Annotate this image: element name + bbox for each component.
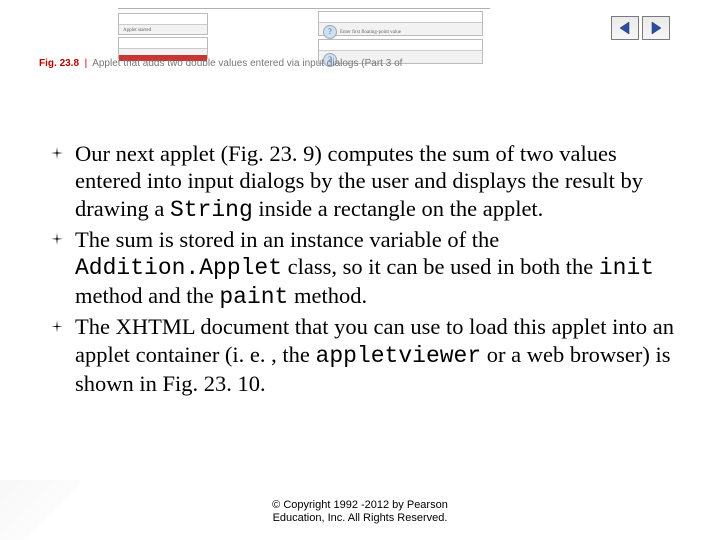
copyright-footer: © Copyright 1992 -2012 by Pearson Educat… <box>0 499 720 527</box>
figure-caption-fragment: Fig. 23.8 | Applet that adds two double … <box>39 58 402 69</box>
nav-controls <box>611 16 670 40</box>
thumb-dialog-1: Applet started <box>118 13 208 35</box>
next-slide-button[interactable] <box>642 16 670 40</box>
bullet-item: The XHTML document that you can use to l… <box>45 313 685 397</box>
body-text-run: method and the <box>75 283 219 308</box>
thumb-dialog-2 <box>118 37 208 59</box>
code-text: paint <box>219 284 288 310</box>
footer-line-1: © Copyright 1992 -2012 by Pearson <box>272 499 448 511</box>
triangle-right-icon <box>649 21 663 35</box>
body-text: Our next applet (Fig. 23. 9) computes th… <box>45 140 685 399</box>
decorative-corner <box>0 480 80 540</box>
body-text-run: The sum is stored in an instance variabl… <box>75 227 499 252</box>
footer-line-2: Education, Inc. All Rights Reserved. <box>273 512 448 524</box>
slide: Applet started ?Enter first floating-poi… <box>0 0 720 540</box>
thumb-dialog-3: ?Enter first floating-point value <box>318 11 483 36</box>
body-text-run: class, so it can be used in both the <box>282 254 599 279</box>
code-text: appletviewer <box>316 343 482 369</box>
code-text: Addition.Applet <box>75 255 282 281</box>
caption-number: 23.8 <box>60 58 79 69</box>
bullet-item: Our next applet (Fig. 23. 9) computes th… <box>45 140 685 224</box>
triangle-left-icon <box>618 21 632 35</box>
body-text-run: method. <box>288 283 367 308</box>
figure-thumbnails: Applet started ?Enter first floating-poi… <box>118 8 490 64</box>
bullet-list: Our next applet (Fig. 23. 9) computes th… <box>45 140 685 397</box>
code-text: String <box>170 197 253 223</box>
prev-slide-button[interactable] <box>611 16 639 40</box>
code-text: init <box>599 255 654 281</box>
bullet-item: The sum is stored in an instance variabl… <box>45 226 685 312</box>
body-text-run: inside a rectangle on the applet. <box>253 196 544 221</box>
caption-text: Applet that adds two double values enter… <box>92 58 402 69</box>
